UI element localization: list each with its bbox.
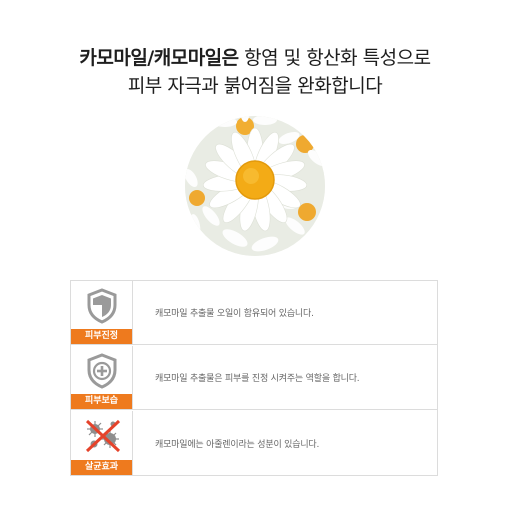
headline-bold: 카모마일/캐모마일은 [79,47,239,69]
benefit-tag: 피부진정 [71,329,132,344]
benefit-row-soothing: 피부진정 캐모마일 추출물 오일이 함유되어 있습니다. [71,281,437,345]
benefit-description: 캐모마일에는 아줄렌이라는 성분이 있습니다. [155,439,320,450]
shield-plus-icon [87,353,117,389]
benefit-tag: 피부보습 [71,394,132,409]
benefit-row-moisturizing: 피부보습 캐모마일 추출물은 피부를 진정 시켜주는 역할을 합니다. [71,346,437,410]
benefit-icon-cell: 피부진정 [71,281,133,344]
benefits-table: 피부진정 캐모마일 추출물 오일이 함유되어 있습니다. 피부보습 캐모마일 추… [70,280,438,476]
benefit-icon-cell: 피부보습 [71,346,133,409]
chamomile-photo [185,116,325,256]
germ-cross-icon [85,419,121,453]
benefit-icon-cell: 살균효과 [71,411,133,475]
shield-icon [87,288,117,324]
benefit-row-sterilizing: 살균효과 캐모마일에는 아줄렌이라는 성분이 있습니다. [71,411,437,475]
benefit-tag: 살균효과 [71,460,132,475]
headline-line-2: 피부 자극과 붉어짐을 완화합니다 [127,75,383,97]
headline-line-1: 카모마일/캐모마일은 항염 및 항산화 특성으로 [0,44,510,72]
benefit-description: 캐모마일 추출물 오일이 함유되어 있습니다. [155,309,314,319]
headline: 카모마일/캐모마일은 항염 및 항산화 특성으로 피부 자극과 붉어짐을 완화합… [0,44,510,100]
headline-line-1-rest: 항염 및 항산화 특성으로 [238,47,431,69]
benefit-description: 캐모마일 추출물은 피부를 진정 시켜주는 역할을 합니다. [155,374,360,384]
